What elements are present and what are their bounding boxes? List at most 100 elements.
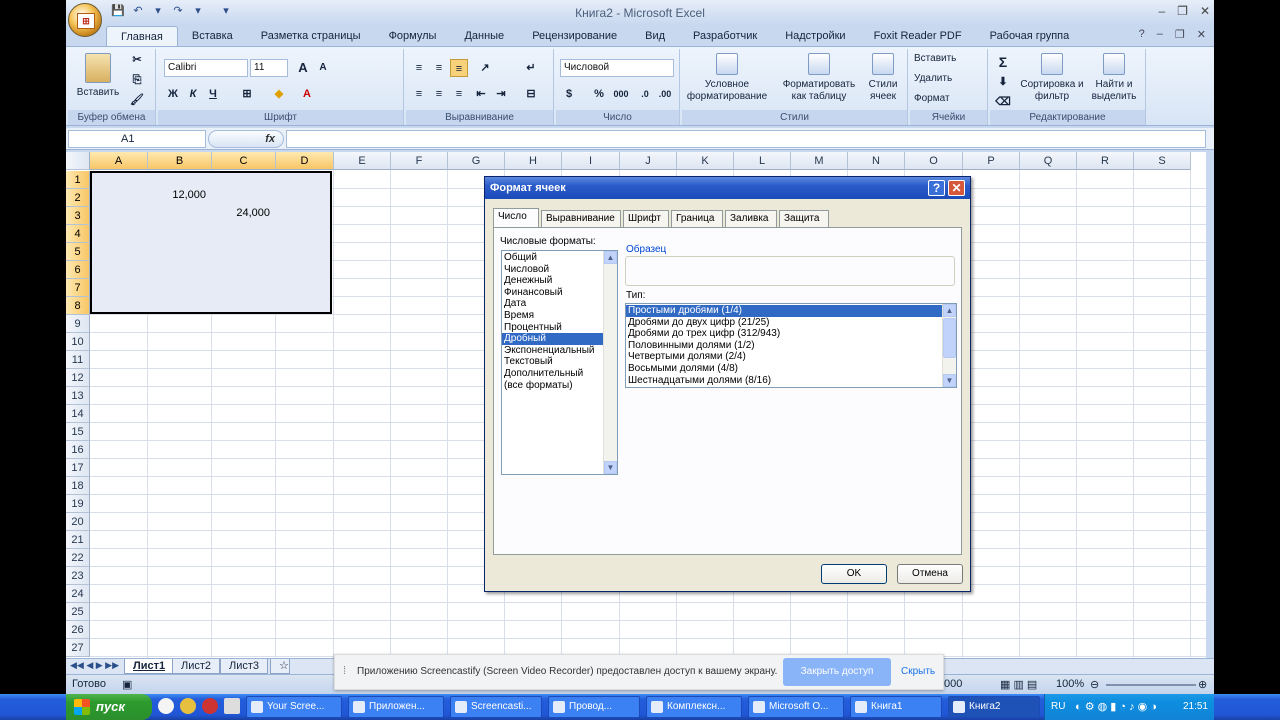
cancel-button[interactable]: Отмена xyxy=(897,564,963,584)
macro-record-icon[interactable]: ▣ xyxy=(122,678,132,691)
column-header[interactable]: A xyxy=(90,152,148,170)
column-header[interactable]: D xyxy=(276,152,334,170)
drag-handle-icon[interactable]: ⁞ xyxy=(343,665,346,677)
format-list-item[interactable]: Финансовый xyxy=(502,287,604,299)
increase-indent-icon[interactable]: ⇥ xyxy=(492,85,510,103)
sort-filter-button[interactable]: Сортировка и фильтр xyxy=(1020,53,1084,103)
row-header[interactable]: 15 xyxy=(66,423,90,441)
row-header[interactable]: 8 xyxy=(66,297,90,315)
scroll-thumb[interactable] xyxy=(943,318,956,358)
insert-function-button[interactable]: fx xyxy=(208,130,284,148)
sheet-tab-2[interactable]: Лист2 xyxy=(172,659,221,674)
dialog-help-button[interactable]: ? xyxy=(928,180,945,196)
increase-decimal-icon[interactable]: .0 xyxy=(636,85,654,103)
dialog-tab-border[interactable]: Граница xyxy=(671,210,723,227)
type-list-item[interactable]: Восьмыми долями (4/8) xyxy=(626,363,942,375)
format-list-item[interactable]: (все форматы) xyxy=(502,380,604,392)
sheet-tab-3[interactable]: Лист3 xyxy=(220,659,269,674)
format-list-item[interactable]: Время xyxy=(502,310,604,322)
doc-close-icon[interactable]: ✕ xyxy=(1197,28,1206,41)
row-header[interactable]: 9 xyxy=(66,315,90,333)
row-header[interactable]: 14 xyxy=(66,405,90,423)
align-right-icon[interactable]: ≡ xyxy=(450,85,468,103)
tab-page-layout[interactable]: Разметка страницы xyxy=(247,26,375,46)
tab-data[interactable]: Данные xyxy=(450,26,518,46)
row-header[interactable]: 4 xyxy=(66,225,90,243)
row-header[interactable]: 7 xyxy=(66,279,90,297)
row-header[interactable]: 13 xyxy=(66,387,90,405)
tab-home[interactable]: Главная xyxy=(106,26,178,46)
bold-button[interactable]: Ж xyxy=(164,85,182,103)
chrome-icon[interactable] xyxy=(180,698,196,714)
column-header[interactable]: K xyxy=(677,152,734,170)
type-list-item[interactable]: Шестнадцатыми долями (8/16) xyxy=(626,375,942,387)
row-header[interactable]: 11 xyxy=(66,351,90,369)
row-header[interactable]: 25 xyxy=(66,603,90,621)
paste-button[interactable]: Вставить xyxy=(74,53,122,99)
help-icon[interactable]: ? xyxy=(1139,28,1145,41)
decrease-decimal-icon[interactable]: .00 xyxy=(656,85,674,103)
underline-button[interactable]: Ч xyxy=(204,85,222,103)
fill-color-icon[interactable]: ◆ xyxy=(270,85,288,103)
tab-insert[interactable]: Вставка xyxy=(178,26,247,46)
tab-foxit[interactable]: Foxit Reader PDF xyxy=(860,26,976,46)
row-header[interactable]: 24 xyxy=(66,585,90,603)
dialog-close-button[interactable]: ✕ xyxy=(948,180,965,196)
restore-button[interactable]: ❐ xyxy=(1177,4,1188,18)
show-desktop-icon[interactable] xyxy=(224,698,240,714)
zoom-in-icon[interactable]: ⊕ xyxy=(1198,678,1207,691)
column-header[interactable]: E xyxy=(334,152,391,170)
dialog-tab-fill[interactable]: Заливка xyxy=(725,210,777,227)
language-indicator[interactable]: RU xyxy=(1051,694,1065,720)
format-list-item[interactable]: Числовой xyxy=(502,264,604,276)
hide-notification-button[interactable]: Скрыть xyxy=(901,666,935,677)
view-buttons-icon[interactable]: ▦ ▥ ▤ xyxy=(1000,678,1037,691)
type-list-item[interactable]: Четвертыми долями (2/4) xyxy=(626,351,942,363)
format-list-item[interactable]: Текстовый xyxy=(502,356,604,368)
row-header[interactable]: 5 xyxy=(66,243,90,261)
tab-review[interactable]: Рецензирование xyxy=(518,26,631,46)
ie-icon[interactable] xyxy=(158,698,174,714)
column-header[interactable]: H xyxy=(505,152,562,170)
sheet-tab-1[interactable]: Лист1 xyxy=(124,659,175,674)
decrease-indent-icon[interactable]: ⇤ xyxy=(472,85,490,103)
row-header[interactable]: 26 xyxy=(66,621,90,639)
font-name-combo[interactable]: Calibri xyxy=(164,59,248,77)
scroll-up-icon[interactable]: ▲ xyxy=(604,251,617,264)
task-microsoft-office[interactable]: Microsoft O... xyxy=(748,696,844,718)
align-bottom-icon[interactable]: ≡ xyxy=(450,59,468,77)
format-list-item[interactable]: Дополнительный xyxy=(502,368,604,380)
task-your-screen[interactable]: Your Scree... xyxy=(246,696,342,718)
tab-workgroup[interactable]: Рабочая группа xyxy=(976,26,1084,46)
minimize-button[interactable]: – xyxy=(1158,4,1165,18)
cell-styles-button[interactable]: Стили ячеек xyxy=(862,53,904,103)
align-left-icon[interactable]: ≡ xyxy=(410,85,428,103)
dialog-tab-number[interactable]: Число xyxy=(493,208,539,228)
format-list-item[interactable]: Процентный xyxy=(502,322,604,334)
thousands-button[interactable]: 000 xyxy=(610,85,632,103)
row-header[interactable]: 18 xyxy=(66,477,90,495)
tab-developer[interactable]: Разработчик xyxy=(679,26,771,46)
tab-formulas[interactable]: Формулы xyxy=(375,26,451,46)
row-header[interactable]: 6 xyxy=(66,261,90,279)
scroll-down-icon[interactable]: ▼ xyxy=(604,461,617,474)
task-book2[interactable]: Книга2 xyxy=(948,696,1040,718)
row-header[interactable]: 10 xyxy=(66,333,90,351)
find-select-button[interactable]: Найти и выделить xyxy=(1086,53,1142,103)
type-list[interactable]: Простыми дробями (1/4) Дробями до двух ци… xyxy=(625,303,957,388)
align-center-icon[interactable]: ≡ xyxy=(430,85,448,103)
type-scrollbar[interactable]: ▲ ▼ xyxy=(942,304,956,387)
format-as-table-button[interactable]: Форматировать как таблицу xyxy=(778,53,860,103)
task-complex[interactable]: Комплексн... xyxy=(646,696,742,718)
format-list-item[interactable]: Общий xyxy=(502,252,604,264)
row-header[interactable]: 1 xyxy=(66,171,90,189)
fill-icon[interactable]: ⬇ xyxy=(994,73,1012,91)
clear-icon[interactable]: ⌫ xyxy=(994,93,1012,111)
format-list-item[interactable]: Денежный xyxy=(502,275,604,287)
cut-icon[interactable]: ✂ xyxy=(128,51,146,69)
row-header[interactable]: 23 xyxy=(66,567,90,585)
task-explorer[interactable]: Провод... xyxy=(548,696,640,718)
orientation-icon[interactable]: ↗ xyxy=(476,59,494,77)
start-button[interactable]: пуск xyxy=(66,694,152,720)
format-cells-button[interactable]: Формат xyxy=(914,93,950,105)
